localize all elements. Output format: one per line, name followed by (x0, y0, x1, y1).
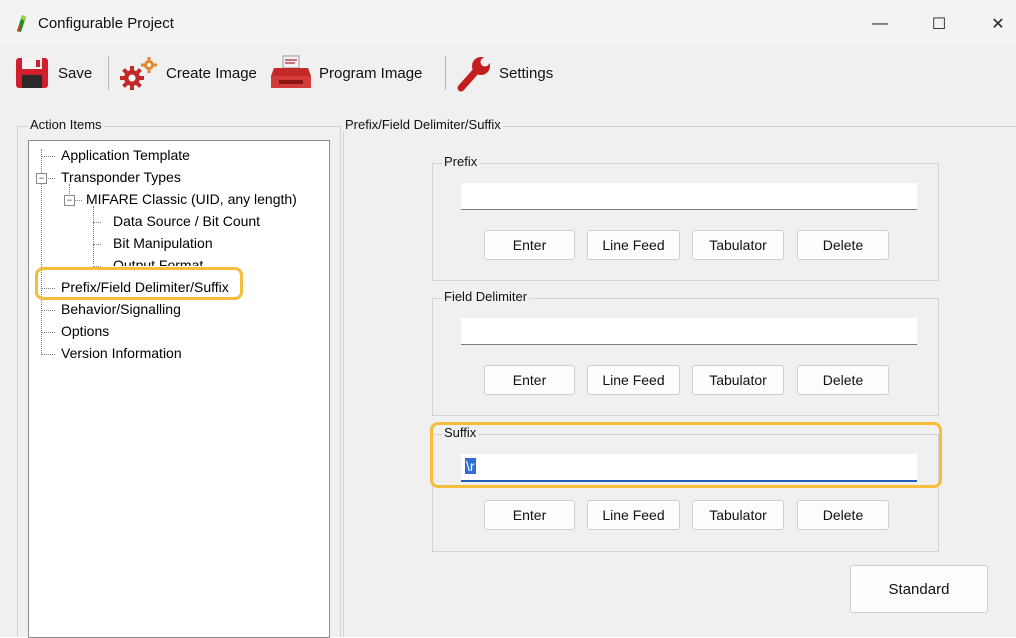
tree-connector (74, 200, 82, 201)
save-label: Save (58, 64, 93, 82)
tree-item-transponder-types[interactable]: Transponder Types (61, 169, 181, 185)
application-window: Configurable Project — ☐ ✕ Save Create I… (0, 0, 1016, 638)
prefix-tabulator-button[interactable]: Tabulator (692, 230, 784, 260)
field-delimiter-input[interactable] (461, 318, 917, 345)
prefix-input[interactable] (461, 183, 917, 210)
program-device-icon (271, 55, 311, 88)
action-items-title: Action Items (28, 117, 104, 132)
minimize-button[interactable]: — (857, 8, 903, 40)
tree-item-application-template[interactable]: Application Template (61, 147, 190, 163)
tree-item-behavior-signalling[interactable]: Behavior/Signalling (61, 301, 181, 317)
save-button[interactable]: Save (14, 54, 92, 92)
prefix-label: Prefix (442, 154, 480, 169)
tree-connector (41, 156, 55, 157)
tree-item-bit-manipulation[interactable]: Bit Manipulation (113, 235, 213, 251)
field-delimiter-tabulator-button[interactable]: Tabulator (692, 365, 784, 395)
prefix-enter-button[interactable]: Enter (484, 230, 575, 260)
field-delimiter-line-feed-button[interactable]: Line Feed (587, 365, 680, 395)
collapse-expander[interactable]: − (36, 173, 47, 184)
tree-connector (41, 310, 55, 311)
create-image-label: Create Image (166, 64, 257, 82)
tree-connector (93, 222, 101, 223)
tree-item-mifare-classic[interactable]: MIFARE Classic (UID, any length) (86, 191, 297, 207)
action-items-tree[interactable]: − − Application Template Transponder Typ… (28, 140, 330, 638)
suffix-tabulator-button[interactable]: Tabulator (692, 500, 784, 530)
tree-item-version-information[interactable]: Version Information (61, 345, 182, 361)
prefix-line-feed-button[interactable]: Line Feed (587, 230, 680, 260)
suffix-delete-button[interactable]: Delete (797, 500, 889, 530)
prefix-delete-button[interactable]: Delete (797, 230, 889, 260)
tree-connector (93, 244, 101, 245)
settings-label: Settings (499, 64, 554, 82)
toolbar-separator (445, 56, 446, 90)
window-title: Configurable Project (38, 15, 174, 32)
field-delimiter-enter-button[interactable]: Enter (484, 365, 575, 395)
field-delimiter-group (432, 298, 939, 416)
tree-connector (93, 206, 94, 264)
program-image-button[interactable]: Program Image (269, 54, 422, 92)
tree-item-output-format[interactable]: Output Format (113, 257, 203, 266)
collapse-expander[interactable]: − (64, 195, 75, 206)
field-delimiter-label: Field Delimiter (442, 289, 530, 304)
save-icon (16, 58, 48, 88)
field-delimiter-delete-button[interactable]: Delete (797, 365, 889, 395)
toolbar-separator (108, 56, 109, 90)
suffix-enter-button[interactable]: Enter (484, 500, 575, 530)
standard-button[interactable]: Standard (850, 565, 988, 613)
gears-icon (120, 57, 157, 90)
highlight-box (35, 267, 243, 300)
tree-connector (41, 332, 55, 333)
tree-item-options[interactable]: Options (61, 323, 109, 339)
settings-button[interactable]: Settings (455, 54, 553, 92)
toolbar: Save Create Image Program Image Settings (0, 46, 1016, 100)
program-image-label: Program Image (319, 64, 423, 82)
suffix-line-feed-button[interactable]: Line Feed (587, 500, 680, 530)
prefix-group (432, 163, 939, 281)
tree-connector (41, 354, 55, 355)
close-button[interactable]: ✕ (975, 8, 1016, 40)
maximize-button[interactable]: ☐ (916, 8, 962, 40)
highlight-box (430, 422, 942, 488)
tree-item-data-source[interactable]: Data Source / Bit Count (113, 213, 260, 229)
tree-connector (46, 178, 55, 179)
app-icon (17, 15, 26, 32)
title-bar: Configurable Project — ☐ ✕ (0, 0, 1016, 46)
wrench-icon (457, 57, 490, 92)
right-panel-title: Prefix/Field Delimiter/Suffix (343, 117, 503, 132)
create-image-button[interactable]: Create Image (118, 54, 257, 92)
